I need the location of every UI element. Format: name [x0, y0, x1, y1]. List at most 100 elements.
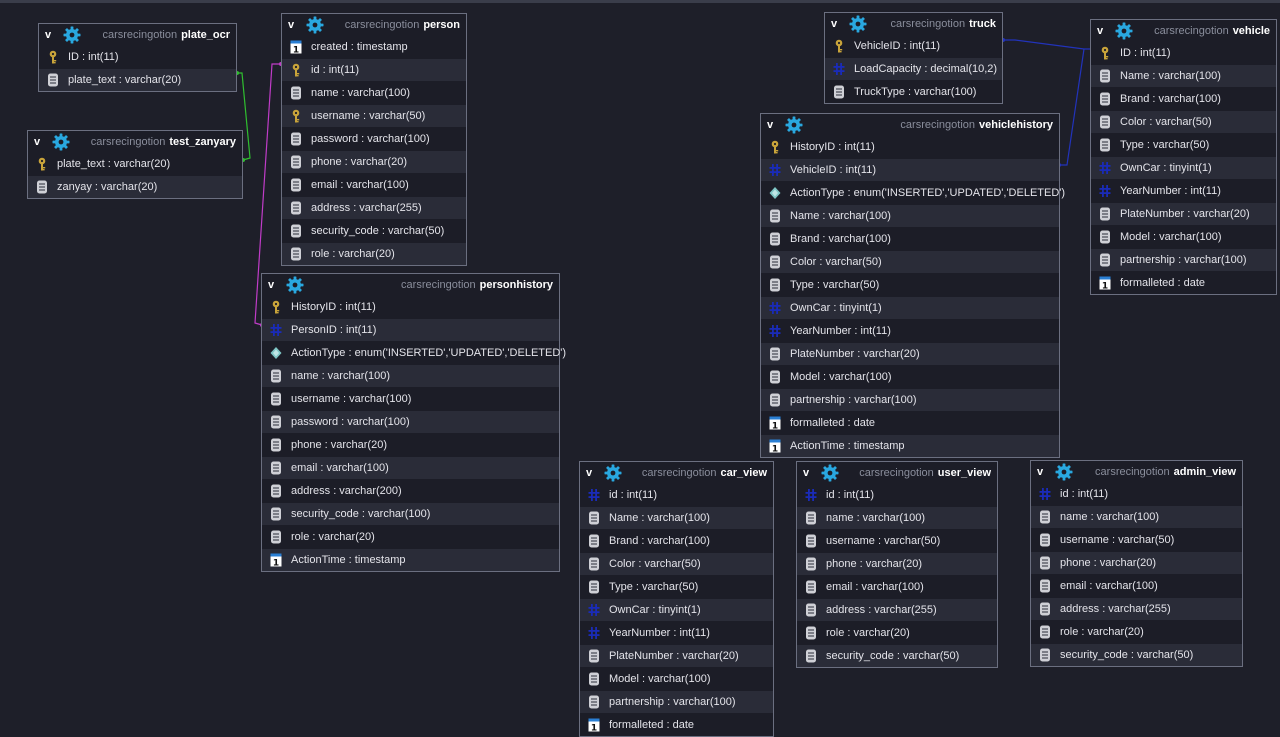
column-row[interactable]: PlateNumber : varchar(20): [1091, 202, 1276, 225]
column-row[interactable]: 1 created : timestamp: [282, 35, 466, 58]
collapse-toggle[interactable]: v: [803, 467, 817, 479]
gear-icon[interactable]: [785, 116, 803, 134]
gear-icon[interactable]: [52, 133, 70, 151]
table-header[interactable]: v carsrecingotion personhistory: [262, 274, 559, 295]
table-header[interactable]: v carsrecingotion user_view: [797, 462, 997, 483]
table-header[interactable]: v carsrecingotion vehicle: [1091, 20, 1276, 41]
column-row[interactable]: ID : int(11): [1091, 41, 1276, 64]
column-row[interactable]: name : varchar(100): [797, 506, 997, 529]
column-row[interactable]: address : varchar(200): [262, 479, 559, 502]
column-row[interactable]: phone : varchar(20): [262, 433, 559, 456]
column-row[interactable]: VehicleID : int(11): [761, 158, 1059, 181]
column-row[interactable]: 1 ActionTime : timestamp: [262, 548, 559, 571]
column-row[interactable]: username : varchar(100): [262, 387, 559, 410]
column-row[interactable]: Model : varchar(100): [761, 365, 1059, 388]
column-row[interactable]: name : varchar(100): [1031, 505, 1242, 528]
column-row[interactable]: role : varchar(20): [262, 525, 559, 548]
column-row[interactable]: 1 formalleted : date: [1091, 271, 1276, 294]
column-row[interactable]: zanyay : varchar(20): [28, 175, 242, 198]
table-test-zanyary[interactable]: v carsrecingotion test_zanyary plate_text :…: [27, 130, 243, 199]
table-personhistory[interactable]: v carsrecingotion personhistory HistoryID :…: [261, 273, 566, 572]
column-row[interactable]: Color : varchar(50): [761, 250, 1059, 273]
gear-icon[interactable]: [306, 16, 324, 34]
table-truck[interactable]: v carsrecingotion truck VehicleID : int(11)…: [824, 12, 1003, 104]
column-row[interactable]: Color : varchar(50): [1091, 110, 1276, 133]
column-row[interactable]: email : varchar(100): [262, 456, 559, 479]
collapse-toggle[interactable]: v: [288, 19, 302, 31]
column-row[interactable]: Color : varchar(50): [580, 552, 773, 575]
column-row[interactable]: PlateNumber : varchar(20): [761, 342, 1059, 365]
column-row[interactable]: role : varchar(20): [282, 242, 466, 265]
column-row[interactable]: username : varchar(50): [1031, 528, 1242, 551]
gear-icon[interactable]: [821, 464, 839, 482]
column-row[interactable]: email : varchar(100): [797, 575, 997, 598]
gear-icon[interactable]: [849, 15, 867, 33]
column-row[interactable]: Name : varchar(100): [580, 506, 773, 529]
column-row[interactable]: phone : varchar(20): [797, 552, 997, 575]
column-row[interactable]: security_code : varchar(50): [282, 219, 466, 242]
collapse-toggle[interactable]: v: [831, 18, 845, 30]
gear-icon[interactable]: [1055, 463, 1073, 481]
column-row[interactable]: name : varchar(100): [262, 364, 559, 387]
column-row[interactable]: OwnCar : tinyint(1): [580, 598, 773, 621]
column-row[interactable]: username : varchar(50): [282, 104, 466, 127]
column-row[interactable]: YearNumber : int(11): [580, 621, 773, 644]
column-row[interactable]: TruckType : varchar(100): [825, 80, 1002, 103]
column-row[interactable]: OwnCar : tinyint(1): [1091, 156, 1276, 179]
column-row[interactable]: email : varchar(100): [282, 173, 466, 196]
column-row[interactable]: HistoryID : int(11): [761, 135, 1059, 158]
column-row[interactable]: PersonID : int(11): [262, 318, 559, 341]
column-row[interactable]: role : varchar(20): [797, 621, 997, 644]
column-row[interactable]: role : varchar(20): [1031, 620, 1242, 643]
table-header[interactable]: v carsrecingotion car_view: [580, 462, 773, 483]
column-row[interactable]: partnership : varchar(100): [1091, 248, 1276, 271]
table-car-view[interactable]: v carsrecingotion car_view id : int(11) Name…: [579, 461, 774, 737]
column-row[interactable]: Brand : varchar(100): [1091, 87, 1276, 110]
column-row[interactable]: Name : varchar(100): [761, 204, 1059, 227]
column-row[interactable]: id : int(11): [1031, 482, 1242, 505]
column-row[interactable]: partnership : varchar(100): [580, 690, 773, 713]
column-row[interactable]: Type : varchar(50): [580, 575, 773, 598]
table-plate-ocr[interactable]: v carsrecingotion plate_ocr ID : int(11) pla…: [38, 23, 237, 92]
collapse-toggle[interactable]: v: [45, 29, 59, 41]
collapse-toggle[interactable]: v: [1097, 25, 1111, 37]
table-header[interactable]: v carsrecingotion truck: [825, 13, 1002, 34]
gear-icon[interactable]: [604, 464, 622, 482]
collapse-toggle[interactable]: v: [1037, 466, 1051, 478]
column-row[interactable]: security_code : varchar(100): [262, 502, 559, 525]
column-row[interactable]: password : varchar(100): [282, 127, 466, 150]
column-row[interactable]: address : varchar(255): [282, 196, 466, 219]
table-admin-view[interactable]: v carsrecingotion admin_view id : int(11) na…: [1030, 460, 1243, 667]
gear-icon[interactable]: [63, 26, 81, 44]
collapse-toggle[interactable]: v: [268, 279, 282, 291]
column-row[interactable]: id : int(11): [282, 58, 466, 81]
column-row[interactable]: id : int(11): [580, 483, 773, 506]
column-row[interactable]: LoadCapacity : decimal(10,2): [825, 57, 1002, 80]
column-row[interactable]: YearNumber : int(11): [761, 319, 1059, 342]
column-row[interactable]: Brand : varchar(100): [761, 227, 1059, 250]
table-header[interactable]: v carsrecingotion plate_ocr: [39, 24, 236, 45]
table-header[interactable]: v carsrecingotion test_zanyary: [28, 131, 242, 152]
column-row[interactable]: ID : int(11): [39, 45, 236, 68]
column-row[interactable]: Model : varchar(100): [1091, 225, 1276, 248]
collapse-toggle[interactable]: v: [586, 467, 600, 479]
column-row[interactable]: 1 ActionTime : timestamp: [761, 434, 1059, 457]
table-vehicle[interactable]: v carsrecingotion vehicle ID : int(11) Name …: [1090, 19, 1277, 295]
column-row[interactable]: phone : varchar(20): [282, 150, 466, 173]
column-row[interactable]: security_code : varchar(50): [797, 644, 997, 667]
column-row[interactable]: password : varchar(100): [262, 410, 559, 433]
column-row[interactable]: PlateNumber : varchar(20): [580, 644, 773, 667]
column-row[interactable]: YearNumber : int(11): [1091, 179, 1276, 202]
column-row[interactable]: plate_text : varchar(20): [28, 152, 242, 175]
column-row[interactable]: plate_text : varchar(20): [39, 68, 236, 91]
column-row[interactable]: username : varchar(50): [797, 529, 997, 552]
column-row[interactable]: Name : varchar(100): [1091, 64, 1276, 87]
table-user-view[interactable]: v carsrecingotion user_view id : int(11) nam…: [796, 461, 998, 668]
column-row[interactable]: 1 formalleted : date: [580, 713, 773, 736]
column-row[interactable]: OwnCar : tinyint(1): [761, 296, 1059, 319]
column-row[interactable]: name : varchar(100): [282, 81, 466, 104]
column-row[interactable]: Type : varchar(50): [1091, 133, 1276, 156]
column-row[interactable]: Brand : varchar(100): [580, 529, 773, 552]
column-row[interactable]: ActionType : enum('INSERTED','UPDATED','…: [761, 181, 1065, 204]
column-row[interactable]: id : int(11): [797, 483, 997, 506]
